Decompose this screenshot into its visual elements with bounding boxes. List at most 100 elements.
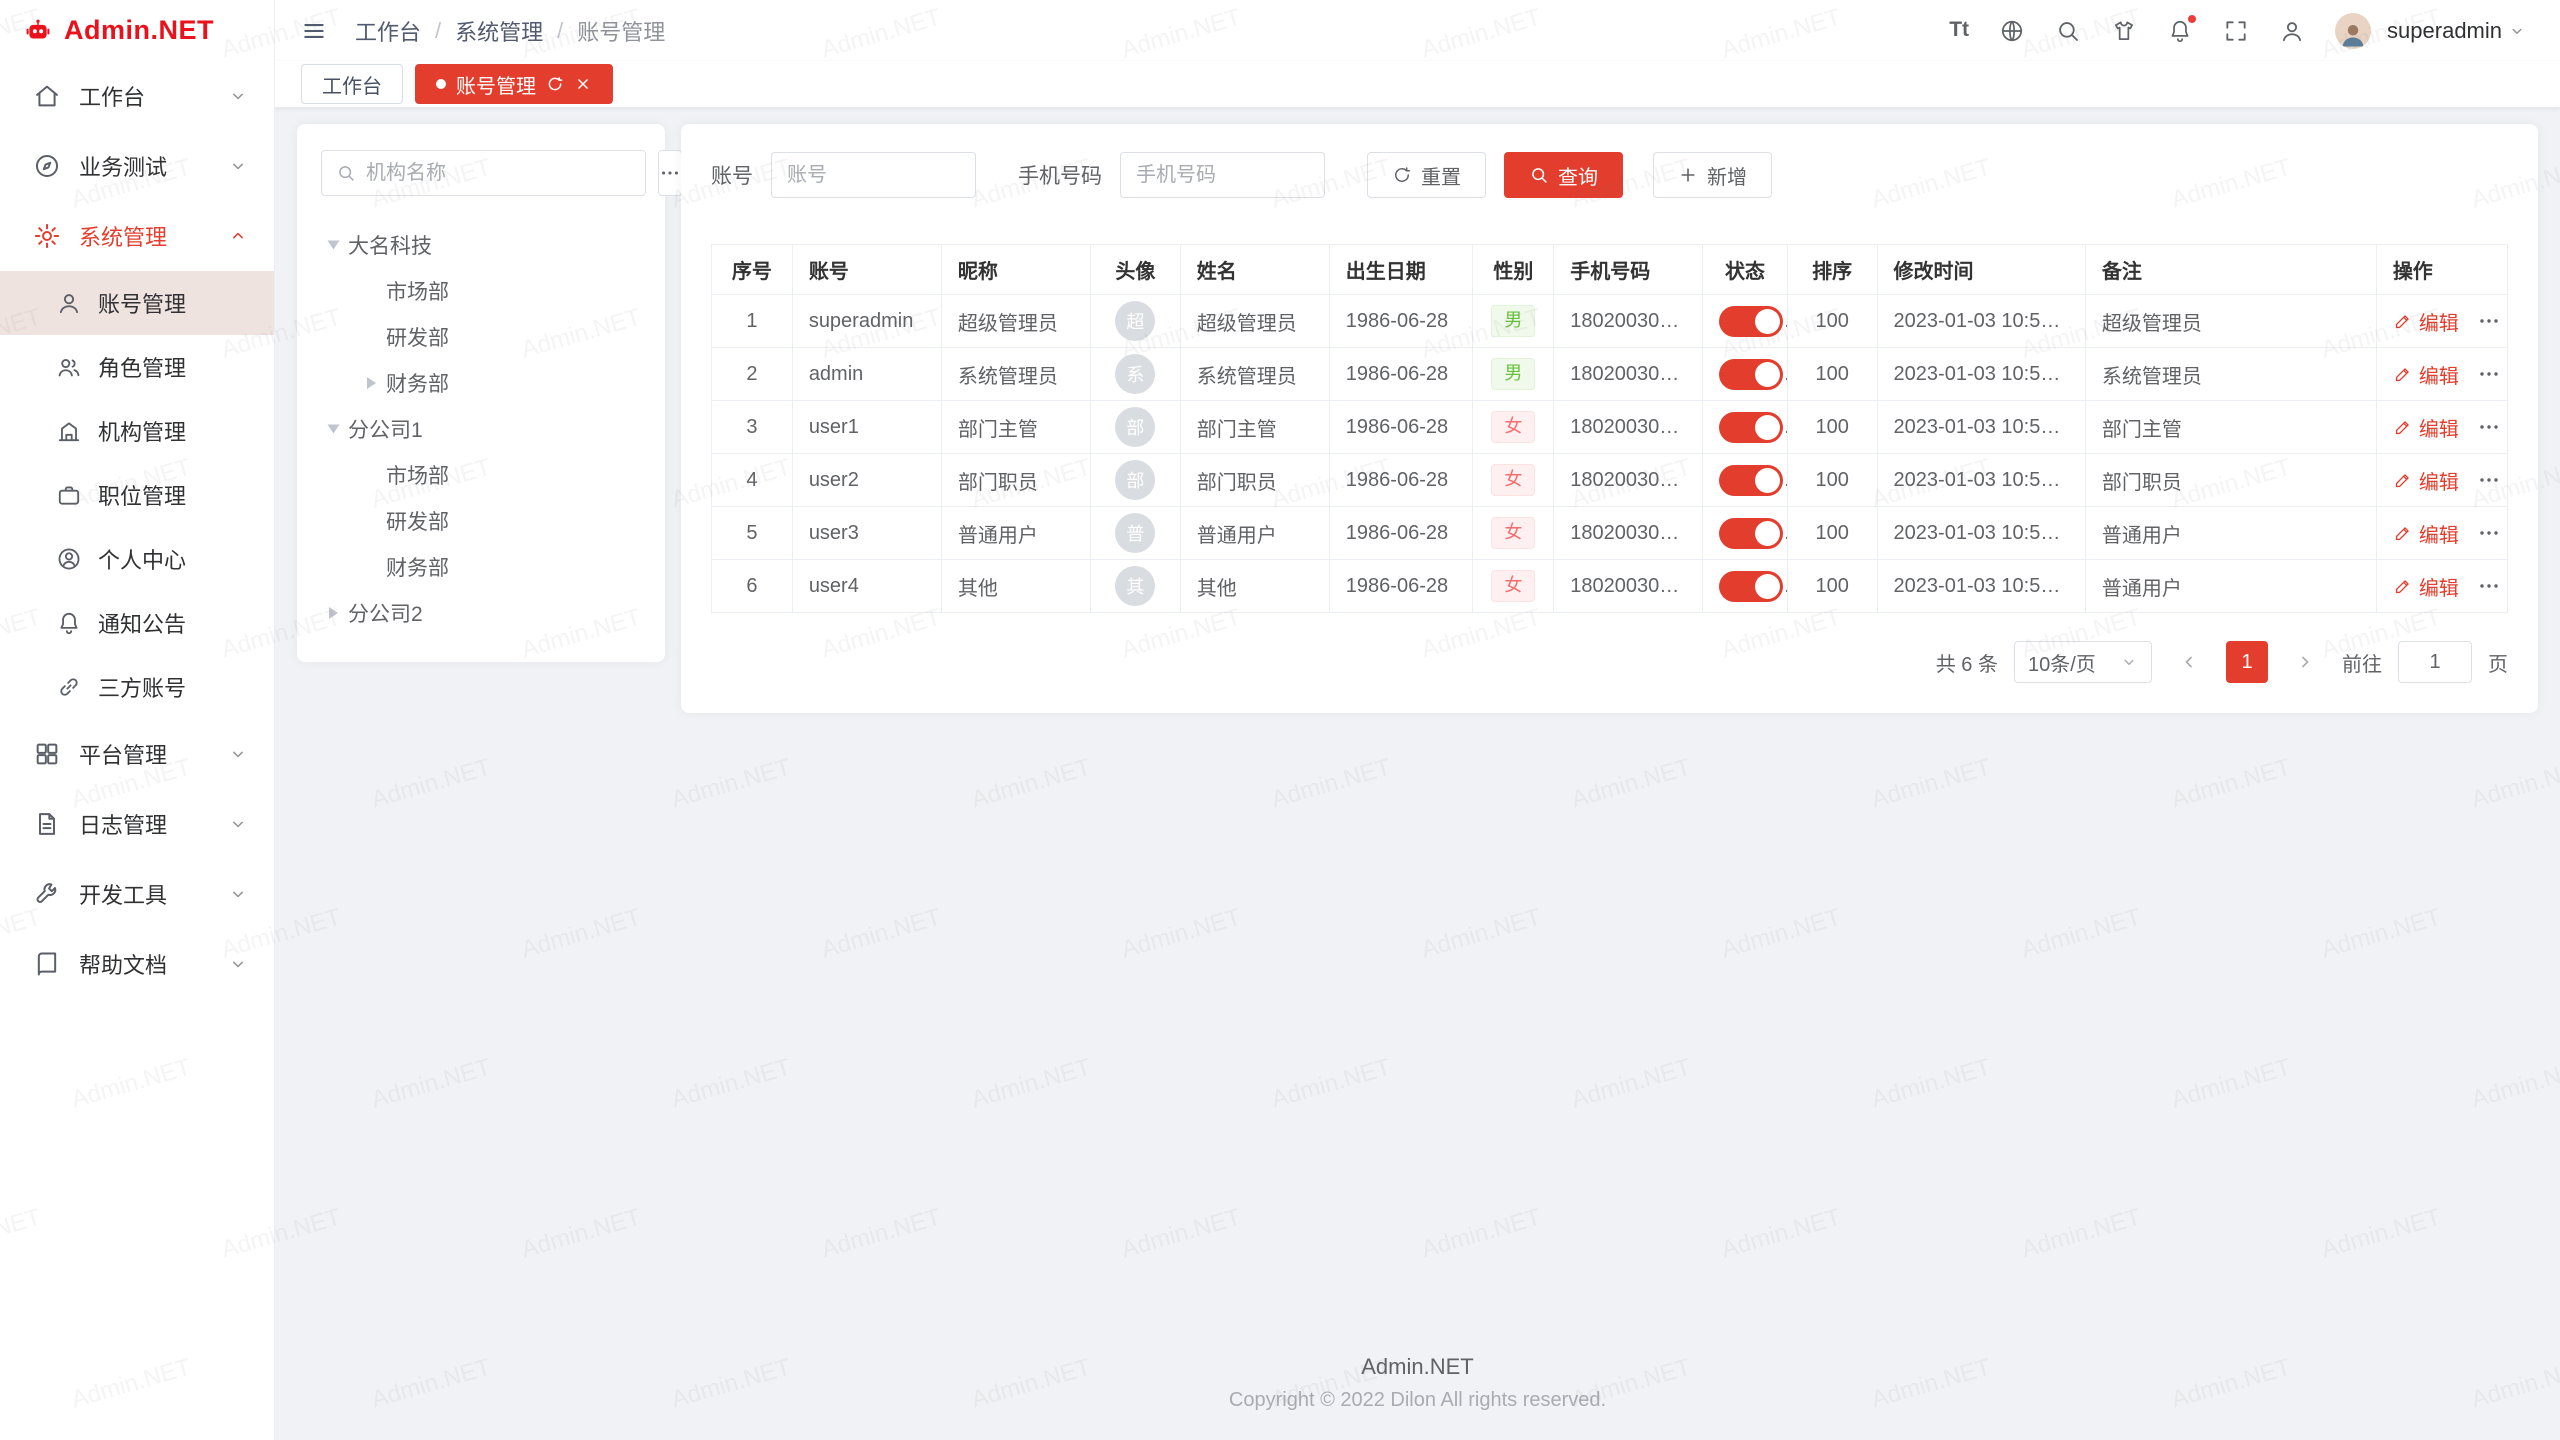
row-avatar: 系: [1115, 354, 1155, 394]
app-title: Admin.NET: [64, 15, 214, 46]
sidebar-item-personal-center[interactable]: 个人中心: [0, 527, 274, 591]
sidebar-item-log-management[interactable]: 日志管理: [0, 789, 274, 859]
tree-node[interactable]: 市场部: [321, 268, 641, 314]
sidebar-item-business-test[interactable]: 业务测试: [0, 131, 274, 201]
search-button[interactable]: 查询: [1504, 152, 1623, 198]
next-page-button[interactable]: [2284, 641, 2326, 683]
page-size-select[interactable]: 10条/页: [2014, 641, 2152, 683]
tree-node[interactable]: 市场部: [321, 452, 641, 498]
theme-icon[interactable]: [2111, 18, 2137, 44]
cell-account: user3: [792, 507, 941, 560]
tab-workbench[interactable]: 工作台: [301, 64, 403, 104]
status-toggle[interactable]: [1719, 518, 1783, 549]
sidebar-item-dev-tools[interactable]: 开发工具: [0, 859, 274, 929]
sidebar-item-notice[interactable]: 通知公告: [0, 591, 274, 655]
edit-button[interactable]: 编辑: [2393, 360, 2459, 389]
add-button[interactable]: 新增: [1653, 152, 1772, 198]
status-toggle[interactable]: [1719, 306, 1783, 337]
sidebar-item-account-management[interactable]: 账号管理: [0, 271, 274, 335]
tree-node[interactable]: 研发部: [321, 498, 641, 544]
status-toggle[interactable]: [1719, 571, 1783, 602]
gender-badge: 女: [1491, 570, 1535, 602]
tree-node[interactable]: 研发部: [321, 314, 641, 360]
tab-refresh-icon[interactable]: [546, 75, 564, 93]
cell-modified-time: 2023-01-03 10:59:44: [1877, 560, 2085, 613]
sidebar-item-org-management[interactable]: 机构管理: [0, 399, 274, 463]
more-actions-button[interactable]: [2477, 468, 2501, 492]
edit-button[interactable]: 编辑: [2393, 466, 2459, 495]
profile-icon[interactable]: [2279, 18, 2305, 44]
reset-button[interactable]: 重置: [1367, 152, 1486, 198]
cell-modified-time: 2023-01-03 10:59:44: [1877, 454, 2085, 507]
status-toggle[interactable]: [1719, 412, 1783, 443]
cell-actions: 编辑: [2376, 454, 2507, 507]
cell-nickname: 其他: [941, 560, 1090, 613]
edit-button[interactable]: 编辑: [2393, 519, 2459, 548]
edit-button[interactable]: 编辑: [2393, 413, 2459, 442]
cell-status: [1703, 507, 1787, 560]
breadcrumb-home[interactable]: 工作台: [355, 15, 421, 47]
edit-button[interactable]: 编辑: [2393, 307, 2459, 336]
account-field-label: 账号: [711, 160, 753, 190]
footer-copyright: Copyright © 2022 Dilon All rights reserv…: [297, 1389, 2538, 1412]
more-actions-button[interactable]: [2477, 574, 2501, 598]
hamburger-menu-icon[interactable]: [301, 18, 327, 44]
caret-down-icon[interactable]: [328, 425, 340, 434]
tree-node[interactable]: 大名科技: [321, 222, 641, 268]
sidebar-item-system-management[interactable]: 系统管理: [0, 201, 274, 271]
chevron-down-icon: [228, 814, 248, 834]
goto-page-input[interactable]: [2398, 641, 2472, 683]
tab-close-icon[interactable]: [574, 75, 592, 93]
user-menu[interactable]: superadmin: [2387, 18, 2526, 44]
table-row: 4 user2 部门职员 部 部门职员 1986-06-28 女 1802003…: [712, 454, 2508, 507]
edit-button[interactable]: 编辑: [2393, 572, 2459, 601]
phone-input[interactable]: [1120, 152, 1325, 198]
page-number-button[interactable]: 1: [2226, 641, 2268, 683]
sidebar-item-position-management[interactable]: 职位管理: [0, 463, 274, 527]
gender-badge: 女: [1491, 464, 1535, 496]
more-actions-button[interactable]: [2477, 309, 2501, 333]
sidebar-item-label: 平台管理: [79, 738, 228, 770]
org-tree: 大名科技 市场部 研发部 财务部: [321, 222, 641, 636]
sidebar-item-workbench[interactable]: 工作台: [0, 61, 274, 131]
font-size-icon[interactable]: Tt: [1949, 18, 1969, 44]
org-more-button[interactable]: [658, 150, 682, 196]
status-toggle[interactable]: [1719, 359, 1783, 390]
tree-node[interactable]: 财务部: [321, 544, 641, 590]
account-input[interactable]: [771, 152, 976, 198]
caret-right-icon[interactable]: [329, 607, 338, 619]
col-header-index: 序号: [712, 245, 793, 295]
page-size-value: 10条/页: [2028, 648, 2096, 677]
avatar[interactable]: [2335, 13, 2371, 49]
tab-account-management[interactable]: 账号管理: [415, 64, 613, 104]
wrench-icon: [33, 880, 61, 908]
more-actions-button[interactable]: [2477, 415, 2501, 439]
breadcrumb-section[interactable]: 系统管理: [455, 15, 543, 47]
cell-order: 100: [1787, 454, 1877, 507]
status-toggle[interactable]: [1719, 465, 1783, 496]
search-icon[interactable]: [2055, 18, 2081, 44]
notification-bell-icon[interactable]: [2167, 18, 2193, 44]
sidebar-item-label: 机构管理: [98, 415, 248, 447]
cell-actions: 编辑: [2376, 295, 2507, 348]
tree-node[interactable]: 分公司2: [321, 590, 641, 636]
sidebar-item-help-docs[interactable]: 帮助文档: [0, 929, 274, 999]
org-search-input[interactable]: [366, 162, 631, 185]
caret-right-icon[interactable]: [367, 377, 376, 389]
cell-birthdate: 1986-06-28: [1329, 348, 1473, 401]
cell-gender: 男: [1473, 295, 1554, 348]
sidebar-item-role-management[interactable]: 角色管理: [0, 335, 274, 399]
prev-page-button[interactable]: [2168, 641, 2210, 683]
sidebar-item-platform-management[interactable]: 平台管理: [0, 719, 274, 789]
tree-node[interactable]: 财务部: [321, 360, 641, 406]
caret-placeholder: [367, 515, 376, 527]
tree-node[interactable]: 分公司1: [321, 406, 641, 452]
col-header-remark: 备注: [2085, 245, 2376, 295]
caret-down-icon[interactable]: [328, 241, 340, 250]
fullscreen-icon[interactable]: [2223, 18, 2249, 44]
more-actions-button[interactable]: [2477, 521, 2501, 545]
language-icon[interactable]: [1999, 18, 2025, 44]
more-actions-button[interactable]: [2477, 362, 2501, 386]
sidebar-item-third-party-account[interactable]: 三方账号: [0, 655, 274, 719]
cell-nickname: 超级管理员: [941, 295, 1090, 348]
